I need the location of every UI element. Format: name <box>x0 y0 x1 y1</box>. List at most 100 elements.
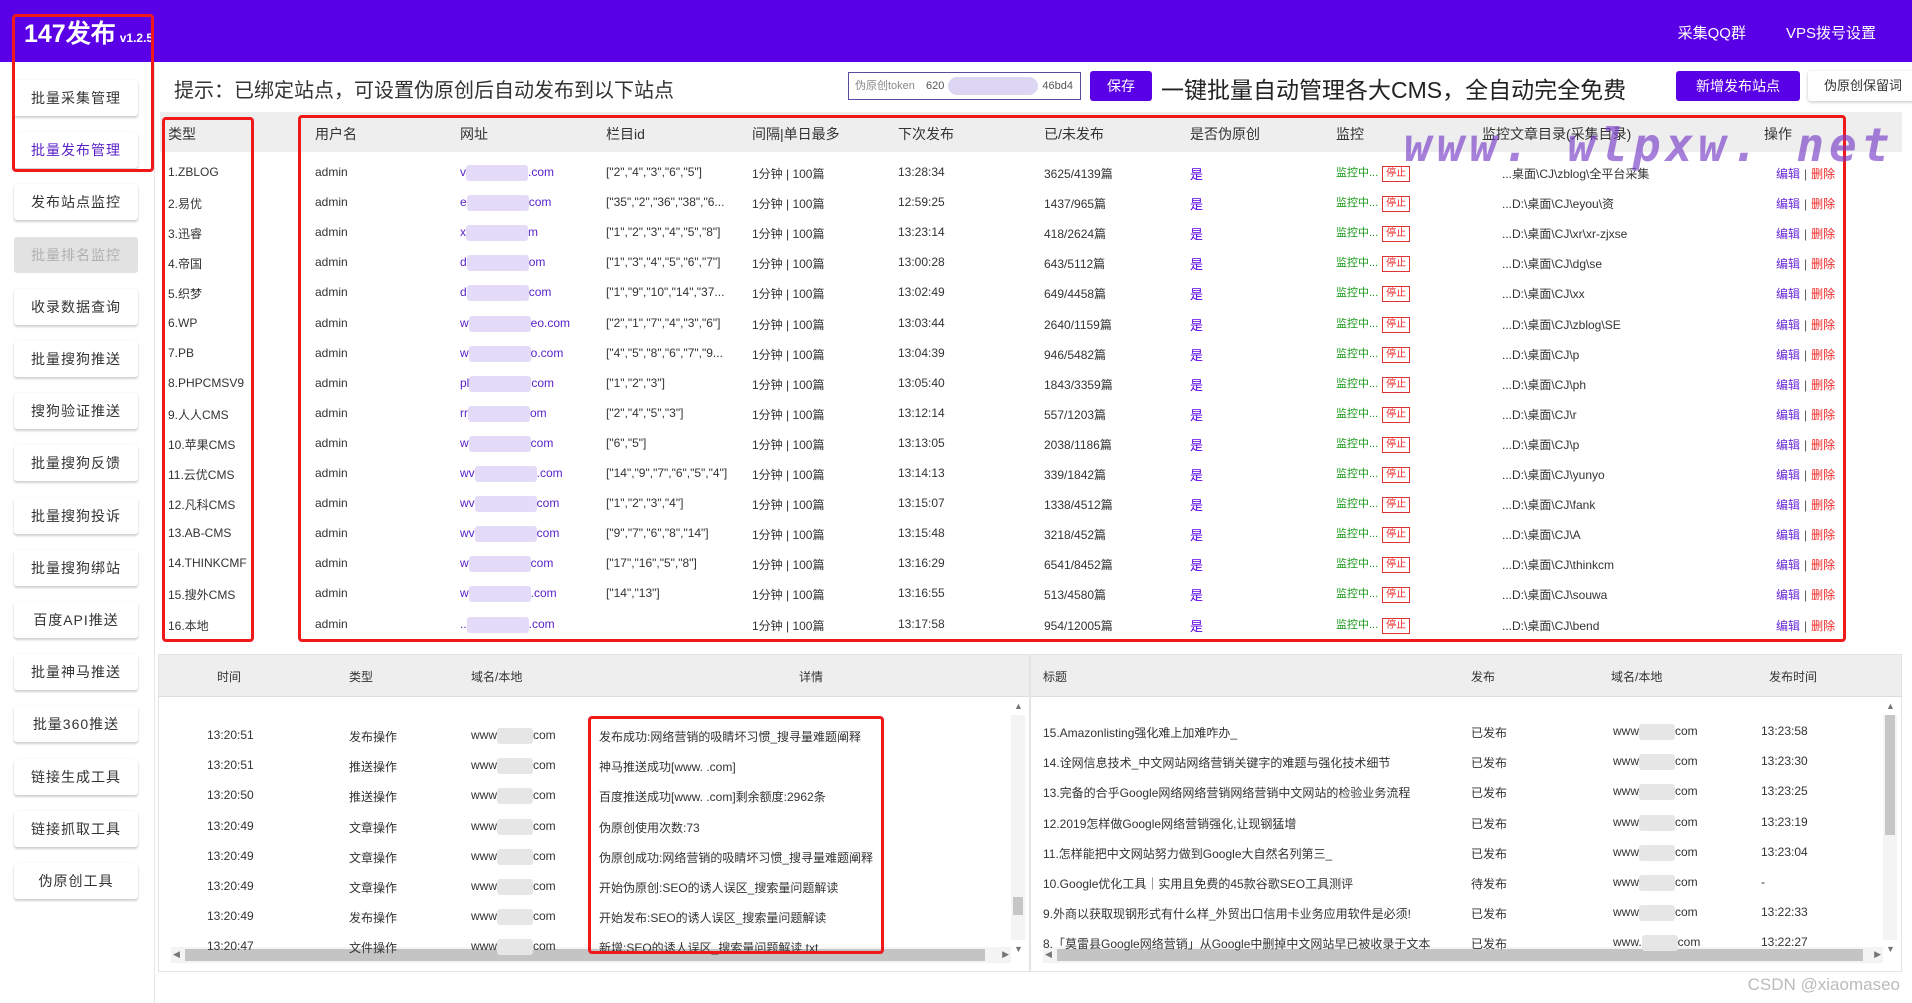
stop-monitor-button[interactable]: 停止 <box>1382 587 1411 604</box>
edit-button[interactable]: 编辑 <box>1776 257 1800 271</box>
edit-button[interactable]: 编辑 <box>1776 197 1800 211</box>
stop-monitor-button[interactable]: 停止 <box>1382 376 1411 393</box>
interval-daily-max: 1分钟 | 100篇 <box>752 407 825 422</box>
site-url-link[interactable]: pl com <box>460 375 555 392</box>
scroll-up-icon[interactable]: ▲ <box>1014 701 1023 711</box>
stop-monitor-button[interactable]: 停止 <box>1382 346 1411 363</box>
delete-button[interactable]: 删除 <box>1811 227 1835 241</box>
site-url-link[interactable]: wv com <box>460 496 559 513</box>
delete-button[interactable]: 删除 <box>1811 558 1835 572</box>
edit-button[interactable]: 编辑 <box>1776 378 1800 392</box>
sidebar-item[interactable]: 批量神马推送 <box>14 654 138 691</box>
delete-button[interactable]: 删除 <box>1811 588 1835 602</box>
cms-type: 12.凡科CMS <box>168 498 236 513</box>
cms-type: 13.AB-CMS <box>168 526 232 541</box>
delete-button[interactable]: 删除 <box>1811 197 1835 211</box>
hint-text: 提示：已绑定站点，可设置伪原创后自动发布到以下站点 <box>174 80 674 102</box>
edit-button[interactable]: 编辑 <box>1776 287 1800 301</box>
sidebar-item[interactable]: 批量采集管理 <box>14 80 138 116</box>
delete-button[interactable]: 删除 <box>1811 378 1835 392</box>
delete-button[interactable]: 删除 <box>1811 438 1835 452</box>
edit-button[interactable]: 编辑 <box>1776 558 1800 572</box>
delete-button[interactable]: 删除 <box>1811 498 1835 512</box>
stop-monitor-button[interactable]: 停止 <box>1382 467 1411 483</box>
published-unpublished-count: 339/1842篇 <box>1044 468 1107 482</box>
sidebar-item[interactable]: 链接生成工具 <box>14 758 138 795</box>
domain-redacted <box>497 909 533 926</box>
site-url-link[interactable]: rr om <box>460 405 547 422</box>
stop-monitor-button[interactable]: 停止 <box>1382 436 1411 453</box>
delete-button[interactable]: 删除 <box>1811 408 1835 422</box>
stop-monitor-button[interactable]: 停止 <box>1382 196 1411 213</box>
edit-button[interactable]: 编辑 <box>1776 227 1800 241</box>
stop-monitor-button[interactable]: 停止 <box>1382 557 1411 574</box>
vps-dial-settings-link[interactable]: VPS拨号设置 <box>1770 18 1892 47</box>
site-url-link[interactable]: wv com <box>460 526 559 543</box>
stop-monitor-button[interactable]: 停止 <box>1382 166 1411 182</box>
stop-monitor-button[interactable]: 停止 <box>1382 256 1411 273</box>
site-url-link[interactable]: xm <box>460 225 538 242</box>
save-button[interactable]: 保存 <box>1090 71 1152 101</box>
edit-button[interactable]: 编辑 <box>1776 498 1800 512</box>
stop-monitor-button[interactable]: 停止 <box>1382 226 1411 243</box>
action-separator: | <box>1804 347 1808 362</box>
site-url-link[interactable]: w .com <box>460 586 557 603</box>
url-suffix: com <box>531 375 555 390</box>
edit-button[interactable]: 编辑 <box>1776 408 1800 422</box>
delete-button[interactable]: 删除 <box>1811 348 1835 362</box>
stop-monitor-button[interactable]: 停止 <box>1382 316 1411 333</box>
add-publish-site-button[interactable]: 新增发布站点 <box>1676 71 1800 101</box>
sidebar-item[interactable]: 链接抓取工具 <box>14 810 138 847</box>
publish-domain: www. com <box>1613 935 1700 952</box>
sidebar-item[interactable]: 百度API推送 <box>14 602 138 638</box>
site-url-link[interactable]: d om <box>460 255 545 272</box>
sidebar-item[interactable]: 批量搜狗绑站 <box>14 549 138 586</box>
sidebar-item[interactable]: 批量发布管理 <box>14 132 138 169</box>
sidebar-item[interactable]: 发布站点监控 <box>14 184 138 221</box>
pseudo-keep-words-button[interactable]: 伪原创保留词 <box>1808 71 1912 101</box>
delete-button[interactable]: 删除 <box>1811 287 1835 301</box>
site-url-link[interactable]: .. .com <box>460 616 555 633</box>
edit-button[interactable]: 编辑 <box>1776 619 1800 633</box>
delete-button[interactable]: 删除 <box>1811 257 1835 271</box>
sidebar-item[interactable]: 收录数据查询 <box>14 288 138 325</box>
sidebar-item[interactable]: 搜狗验证推送 <box>14 393 138 430</box>
next-publish-time: 13:16:55 <box>898 586 945 601</box>
site-url-link[interactable]: d com <box>460 285 551 302</box>
stop-monitor-button[interactable]: 停止 <box>1382 527 1411 544</box>
edit-button[interactable]: 编辑 <box>1776 348 1800 362</box>
delete-button[interactable]: 删除 <box>1811 528 1835 542</box>
site-url-link[interactable]: w com <box>460 556 553 573</box>
monitor-directory: ...D:\桌面\CJ\bend <box>1502 618 1600 633</box>
url-suffix: .com <box>528 165 555 180</box>
qq-group-link[interactable]: 采集QQ群 <box>1662 18 1762 47</box>
sidebar-item[interactable]: 批量360推送 <box>14 706 138 743</box>
edit-button[interactable]: 编辑 <box>1776 438 1800 452</box>
stop-monitor-button[interactable]: 停止 <box>1382 406 1411 423</box>
sidebar-item[interactable]: 批量搜狗推送 <box>14 341 138 377</box>
delete-button[interactable]: 删除 <box>1811 318 1835 332</box>
delete-button[interactable]: 删除 <box>1811 468 1835 482</box>
edit-button[interactable]: 编辑 <box>1776 528 1800 542</box>
sidebar-item[interactable]: 批量搜狗投诉 <box>14 497 138 534</box>
sidebar-item[interactable]: 批量搜狗反馈 <box>14 445 138 482</box>
site-url-link[interactable]: w o.com <box>460 345 563 362</box>
site-url-link[interactable]: e com <box>460 195 551 212</box>
stop-monitor-button[interactable]: 停止 <box>1382 617 1411 634</box>
cms-type: 16.本地 <box>168 618 209 633</box>
sidebar-item[interactable]: 伪原创工具 <box>14 863 138 899</box>
scroll-up-icon[interactable]: ▲ <box>1886 701 1895 711</box>
stop-monitor-button[interactable]: 停止 <box>1382 497 1411 514</box>
edit-button[interactable]: 编辑 <box>1776 468 1800 482</box>
pseudo-token-input[interactable]: 伪原创token 620 46bd4 <box>848 72 1081 100</box>
delete-button[interactable]: 删除 <box>1811 167 1835 181</box>
site-url-link[interactable]: w com <box>460 435 553 452</box>
edit-button[interactable]: 编辑 <box>1776 318 1800 332</box>
stop-monitor-button[interactable]: 停止 <box>1382 286 1411 303</box>
site-url-link[interactable]: w eo.com <box>460 315 570 332</box>
delete-button[interactable]: 删除 <box>1811 619 1835 633</box>
edit-button[interactable]: 编辑 <box>1776 167 1800 181</box>
edit-button[interactable]: 编辑 <box>1776 588 1800 602</box>
site-url-link[interactable]: wv .com <box>460 466 563 482</box>
site-url-link[interactable]: v .com <box>460 165 554 181</box>
